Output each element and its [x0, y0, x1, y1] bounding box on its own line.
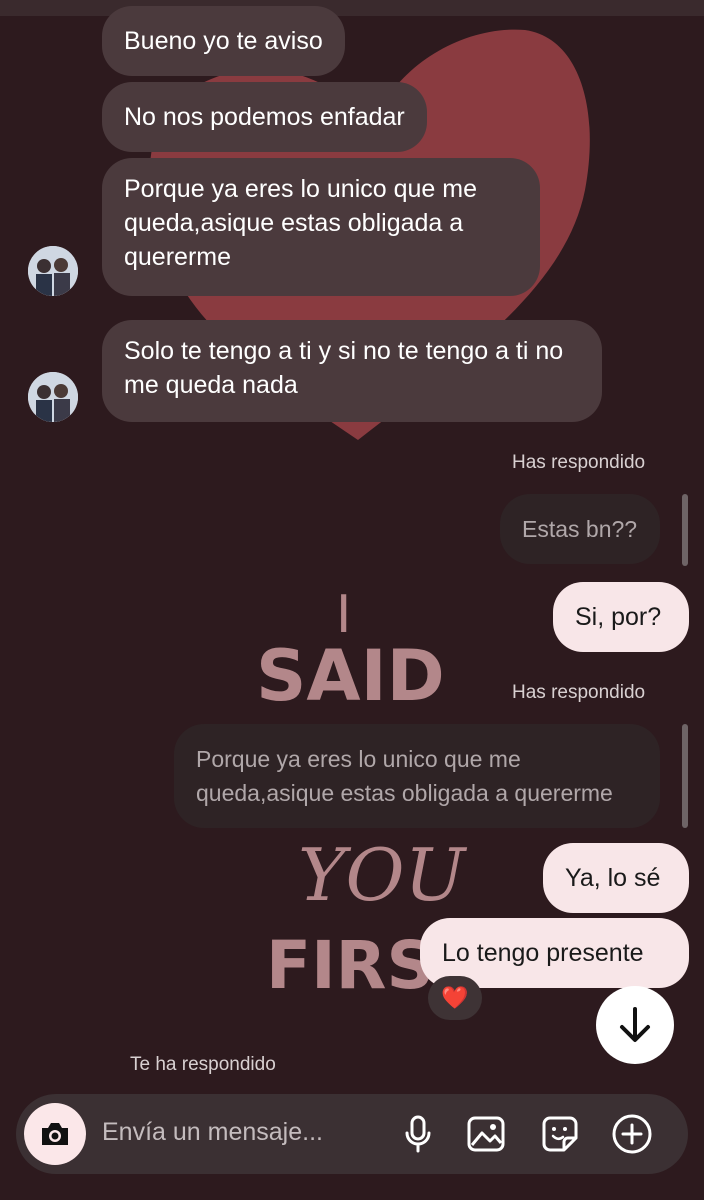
gallery-button[interactable]: [464, 1112, 508, 1156]
sticker-button[interactable]: [538, 1112, 582, 1156]
scroll-down-button[interactable]: [596, 986, 674, 1064]
reply-indicator-bar: [682, 494, 688, 566]
message-text: Solo te tengo a ti y si no te tengo a ti…: [124, 337, 564, 399]
footer-note: Te ha respondido: [130, 1054, 276, 1075]
gallery-icon: [467, 1116, 505, 1152]
avatar-photo: [28, 372, 78, 422]
sticker-icon: [542, 1116, 578, 1152]
bg-word-said: SAID: [256, 635, 445, 717]
message-composer: Envía un mensaje...: [16, 1094, 688, 1174]
more-button[interactable]: [610, 1112, 654, 1156]
arrow-down-icon: [620, 1007, 650, 1042]
microphone-button[interactable]: [396, 1112, 440, 1156]
incoming-message[interactable]: No nos podemos enfadar: [102, 82, 427, 152]
microphone-icon: [405, 1115, 431, 1153]
message-text: Ya, lo sé: [565, 864, 661, 892]
incoming-message[interactable]: Porque ya eres lo unico que me queda,asi…: [102, 158, 540, 296]
avatar[interactable]: [28, 246, 78, 296]
heart-icon: ❤️: [441, 985, 469, 1010]
reply-label: Has respondido: [512, 682, 646, 703]
reply-label: Has respondido: [512, 452, 646, 473]
message-text: Porque ya eres lo unico que me queda,asi…: [124, 175, 477, 271]
incoming-message[interactable]: Bueno yo te aviso: [102, 6, 345, 76]
reply-indicator-bar: [682, 724, 688, 828]
camera-button[interactable]: [24, 1103, 86, 1165]
plus-icon: [612, 1114, 652, 1154]
message-text: Si, por?: [575, 603, 662, 631]
avatar[interactable]: [28, 372, 78, 422]
message-text: No nos podemos enfadar: [124, 103, 405, 131]
incoming-message[interactable]: Solo te tengo a ti y si no te tengo a ti…: [102, 320, 602, 422]
avatar-photo: [28, 246, 78, 296]
heart-reaction[interactable]: ❤️: [428, 976, 482, 1020]
quoted-message[interactable]: Estas bn??: [500, 494, 660, 564]
quoted-text: Estas bn??: [522, 516, 638, 542]
camera-icon: [42, 1123, 68, 1145]
outgoing-message[interactable]: Si, por?: [553, 582, 689, 652]
message-text: Lo tengo presente: [442, 939, 644, 967]
message-input[interactable]: Envía un mensaje...: [102, 1118, 323, 1147]
quoted-message[interactable]: Porque ya eres lo unico que me queda,asi…: [174, 724, 660, 828]
outgoing-message[interactable]: Ya, lo sé: [543, 843, 689, 913]
top-bar: [0, 0, 704, 16]
quoted-text: Porque ya eres lo unico que me queda,asi…: [196, 746, 613, 806]
message-text: Bueno yo te aviso: [124, 27, 323, 55]
bg-word-you: YOU: [298, 833, 468, 917]
